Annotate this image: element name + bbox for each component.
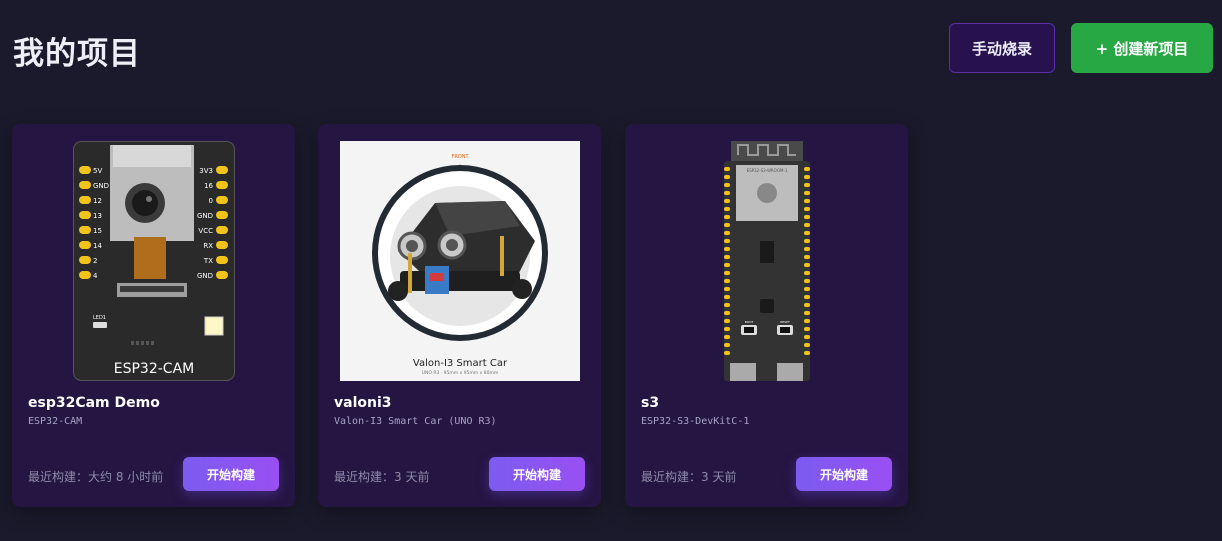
project-card-valoni3[interactable]: FRONT Valon-I3 Smart Car UNO R3 · 95mm x… [318, 124, 601, 507]
project-name: s3 [641, 395, 660, 411]
create-project-button[interactable]: + 创建新项目 [1071, 23, 1213, 73]
pin-label: 14 [93, 242, 102, 250]
pin-label: 12 [93, 197, 102, 205]
front-label: FRONT [451, 154, 469, 160]
pin-label: 4 [93, 272, 98, 280]
last-build-text: 最近构建：3 天前 [334, 470, 430, 484]
project-card-s3[interactable]: ESP32-S3-WROOM-1 BOOT RESET s3 ESP32-S3-… [625, 124, 908, 507]
last-build-text: 最近构建：3 天前 [641, 470, 737, 484]
pin-label: RX [203, 242, 213, 250]
project-board: ESP32-S3-DevKitC-1 [641, 416, 750, 427]
pin-label: 0 [209, 197, 213, 205]
project-board: Valon-I3 Smart Car (UNO R3) [334, 416, 497, 427]
last-build-text: 最近构建：大约 8 小时前 [28, 470, 164, 484]
page-title: 我的项目 [13, 36, 141, 72]
pin-label: 5V [93, 167, 102, 175]
pin-label: GND [197, 272, 213, 280]
start-build-button[interactable]: 开始构建 [183, 457, 279, 491]
pin-label: 13 [93, 212, 102, 220]
pin-label: TX [203, 257, 213, 265]
start-build-button[interactable]: 开始构建 [489, 457, 585, 491]
car-caption: Valon-I3 Smart Car [413, 358, 508, 369]
board-image-valoni3: FRONT Valon-I3 Smart Car UNO R3 · 95mm x… [340, 141, 580, 381]
pin-label: VCC [198, 227, 213, 235]
board-image-s3: ESP32-S3-WROOM-1 BOOT RESET [647, 141, 887, 381]
manual-flash-button[interactable]: 手动烧录 [949, 23, 1055, 73]
pin-label: GND [197, 212, 213, 220]
project-card-esp32cam[interactable]: 5V GND 12 13 15 14 2 4 3V3 16 0 GND VCC … [12, 124, 295, 507]
pin-label: 3V3 [199, 167, 213, 175]
pin-label: 16 [204, 182, 213, 190]
pin-label: 2 [93, 257, 97, 265]
project-board: ESP32-CAM [28, 416, 83, 427]
boot-label: BOOT [745, 320, 754, 324]
module-label: ESP32-S3-WROOM-1 [747, 168, 788, 173]
reset-label: RESET [780, 320, 790, 324]
pin-label: GND [93, 182, 109, 190]
led-label: LED1 [93, 315, 106, 321]
car-sub-caption: UNO R3 · 95mm x 95mm x 80mm [422, 370, 498, 376]
start-build-button[interactable]: 开始构建 [796, 457, 892, 491]
board-caption: ESP32-CAM [114, 361, 194, 377]
project-name: valoni3 [334, 395, 392, 411]
pin-label: 15 [93, 227, 102, 235]
board-image-esp32cam: 5V GND 12 13 15 14 2 4 3V3 16 0 GND VCC … [34, 141, 274, 381]
project-name: esp32Cam Demo [28, 395, 160, 411]
